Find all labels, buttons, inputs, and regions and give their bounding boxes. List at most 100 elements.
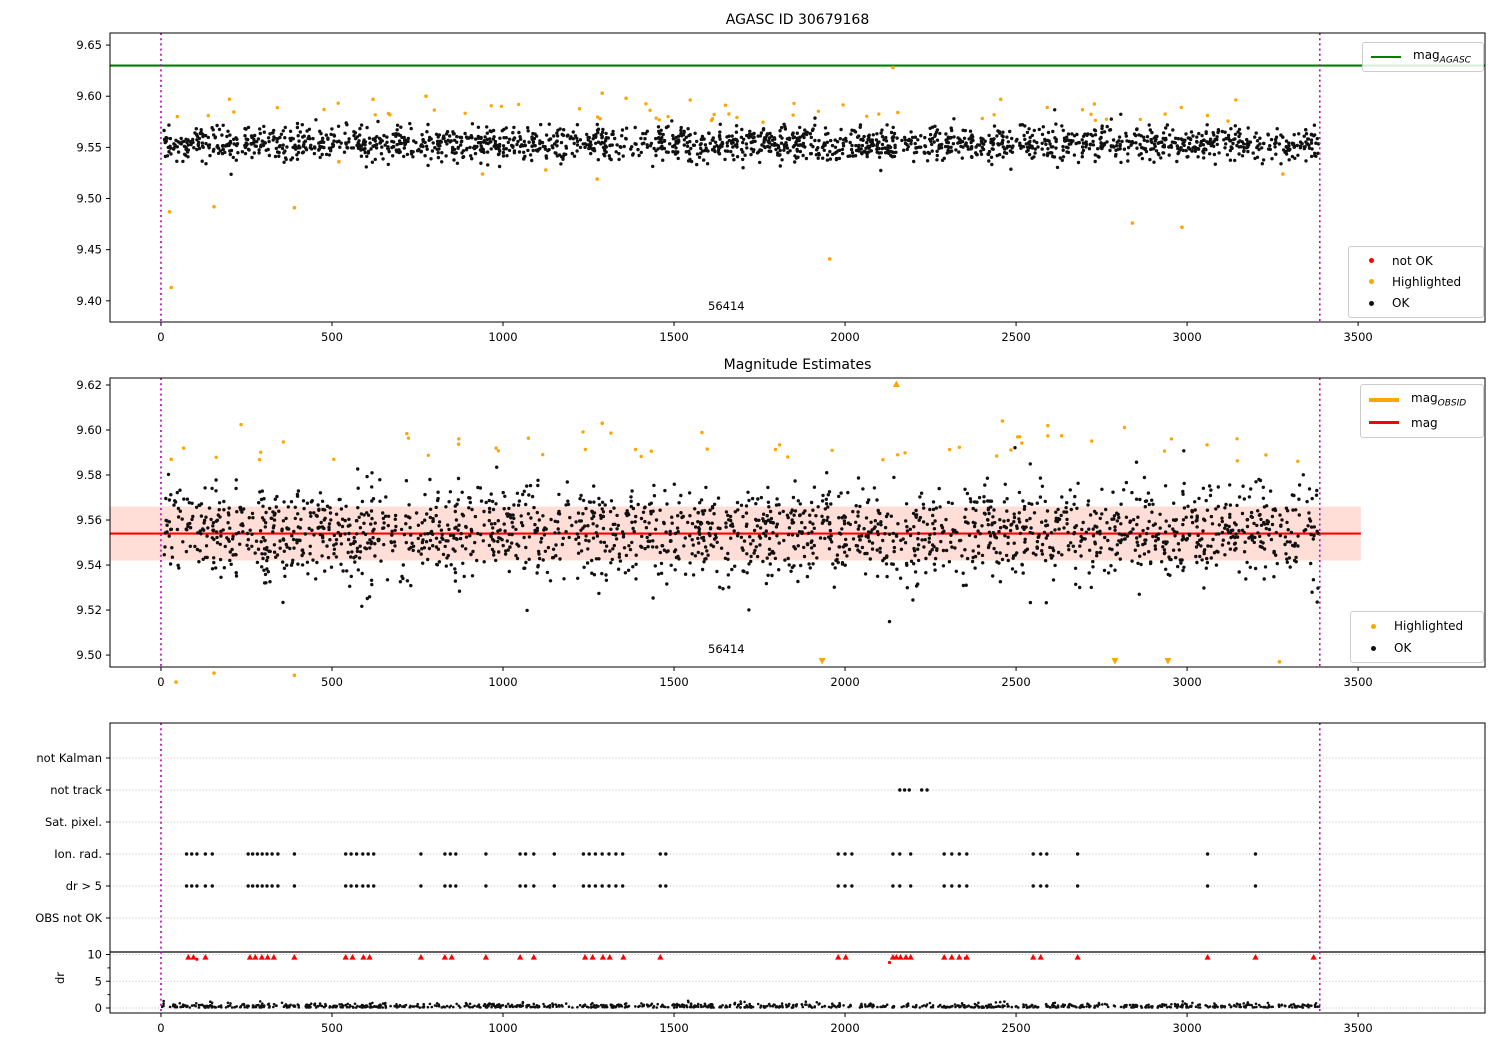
flag-row-label: Sat. pixel. xyxy=(45,815,102,829)
legend-label: Highlighted xyxy=(1392,274,1462,289)
legend-label: OK xyxy=(1394,641,1412,655)
legend-label: magAGASC xyxy=(1413,48,1471,66)
x-tick-label: 3500 xyxy=(1343,1021,1372,1035)
legend-label: mag xyxy=(1411,415,1438,430)
legend-panel2-markers: Highlighted OK xyxy=(1350,611,1484,663)
x-tick-label: 0 xyxy=(157,1021,164,1035)
clipped-high-marker xyxy=(907,954,914,960)
clipped-high-marker xyxy=(270,954,277,960)
panel2-annotation: 56414 xyxy=(708,642,745,656)
green-line-swatch xyxy=(1371,55,1401,59)
x-tick-label: 500 xyxy=(321,675,343,689)
panel1-annotation: 56414 xyxy=(708,299,745,313)
legend-panel2-lines: magOBSID mag xyxy=(1360,384,1484,438)
panel3-series-dr xyxy=(160,999,1321,1009)
y-tick-label: 9.50 xyxy=(76,648,102,662)
flag-row-label: dr > 5 xyxy=(66,879,102,893)
x-tick-label: 1000 xyxy=(488,1021,517,1035)
axes-frame xyxy=(109,722,1486,1014)
x-tick-label: 3500 xyxy=(1343,330,1372,344)
legend-row: magOBSID xyxy=(1369,389,1475,410)
legend-row: OK xyxy=(1359,638,1475,659)
orange-dot-swatch xyxy=(1371,623,1376,629)
y-tick-label: 9.52 xyxy=(76,603,102,617)
x-tick-label: 500 xyxy=(321,1021,343,1035)
y-tick-label: 9.45 xyxy=(76,243,102,257)
legend-label: OK xyxy=(1392,296,1410,311)
clipped-high-marker xyxy=(366,954,373,960)
panel1-title: AGASC ID 30679168 xyxy=(725,12,870,28)
y-tick-label: 9.60 xyxy=(76,423,102,437)
y-tick-label: 9.58 xyxy=(76,468,102,482)
clipped-high-marker xyxy=(606,954,613,960)
panel1-series-OK xyxy=(162,108,1321,176)
flag-row-label: OBS not OK xyxy=(35,911,102,925)
panel2: 0 500 1000 1500 2000 2500 3000 3500 9.50 9.52 9.54… xyxy=(76,377,1486,689)
clipped-high-marker xyxy=(342,954,349,960)
red-dot-swatch xyxy=(1369,258,1374,264)
x-tick-label: 2500 xyxy=(1001,1021,1030,1035)
panel1: 0 500 1000 1500 2000 2500 3000 3500 9.40 9.45 9.50… xyxy=(76,32,1486,344)
x-tick-label: 0 xyxy=(157,330,164,344)
panel3-ylabel: dr xyxy=(53,971,67,985)
clipped-low-marker xyxy=(818,658,826,665)
legend-panel1-markers: not OK Highlighted OK xyxy=(1348,246,1484,318)
legend-row: magAGASC xyxy=(1371,47,1475,68)
black-dot-swatch xyxy=(1369,300,1374,306)
clipped-high-marker xyxy=(441,954,448,960)
x-tick-label: 3500 xyxy=(1343,675,1372,689)
clipped-high-marker xyxy=(1310,954,1317,960)
orange-line-swatch xyxy=(1369,397,1399,402)
x-tick-label: 500 xyxy=(321,330,343,344)
clipped-low-marker xyxy=(1111,658,1119,665)
y-tick-label: 9.60 xyxy=(76,89,102,103)
clipped-high-marker xyxy=(599,954,606,960)
legend-label: not OK xyxy=(1392,253,1433,268)
clipped-low-marker xyxy=(1164,658,1172,665)
x-tick-label: 2000 xyxy=(830,1021,859,1035)
clipped-high-marker xyxy=(948,954,955,960)
clipped-high-marker xyxy=(897,954,904,960)
x-tick-label: 1000 xyxy=(488,330,517,344)
x-tick-label: 0 xyxy=(157,675,164,689)
axes-frame xyxy=(109,32,1486,323)
panel3-series-dr-not-ok xyxy=(185,954,1317,965)
x-tick-label: 2000 xyxy=(830,330,859,344)
legend-row: Highlighted xyxy=(1359,616,1475,637)
panel1-series-Highlighted xyxy=(167,65,1285,290)
black-dot-swatch xyxy=(1371,645,1376,651)
dr-tick-label: 10 xyxy=(87,948,102,962)
clipped-high-marker xyxy=(1204,954,1211,960)
x-tick-label: 3000 xyxy=(1172,1021,1201,1035)
clipped-high-marker xyxy=(264,954,271,960)
clipped-high-marker xyxy=(517,954,524,960)
legend-row: not OK xyxy=(1357,250,1475,271)
y-tick-label: 9.50 xyxy=(76,192,102,206)
x-tick-label: 1500 xyxy=(659,1021,688,1035)
legend-row: OK xyxy=(1357,293,1475,314)
legend-label: Highlighted xyxy=(1394,619,1464,633)
flag-row-label: Ion. rad. xyxy=(54,847,102,861)
x-tick-label: 2500 xyxy=(1001,675,1030,689)
x-tick-label: 2000 xyxy=(830,675,859,689)
x-tick-label: 2500 xyxy=(1001,330,1030,344)
panel2-title: Magnitude Estimates xyxy=(723,357,872,373)
plot-canvas: 0 500 1000 1500 2000 2500 3000 35009.409.459.50… xyxy=(35,32,1486,1035)
x-tick-label: 1500 xyxy=(659,675,688,689)
y-tick-label: 9.55 xyxy=(76,140,102,154)
flag-row-label: not Kalman xyxy=(36,751,102,765)
legend-row: Highlighted xyxy=(1357,271,1475,292)
x-tick-label: 1000 xyxy=(488,675,517,689)
clipped-high-marker xyxy=(892,380,900,387)
y-tick-label: 9.62 xyxy=(76,378,102,392)
red-line-swatch xyxy=(1369,421,1399,424)
x-tick-label: 1500 xyxy=(659,330,688,344)
y-tick-label: 9.40 xyxy=(76,294,102,308)
y-tick-label: 9.65 xyxy=(76,38,102,52)
legend-mag-agasc: magAGASC xyxy=(1362,42,1484,72)
orange-dot-swatch xyxy=(1369,279,1374,285)
dr-tick-label: 5 xyxy=(95,974,102,988)
y-tick-label: 9.54 xyxy=(76,558,102,572)
legend-label: magOBSID xyxy=(1411,390,1467,409)
clipped-high-marker xyxy=(360,954,367,960)
